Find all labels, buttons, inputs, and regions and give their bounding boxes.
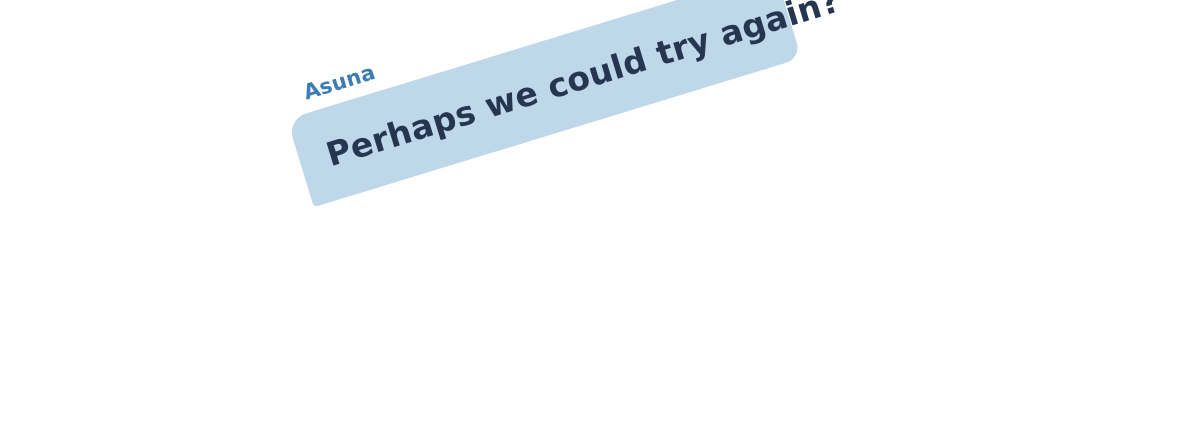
message-bubble: Perhaps we could try again? (286, 0, 845, 208)
message-text: Perhaps we could try again? (321, 0, 845, 174)
chat-stage: Asuna Perhaps we could try again? (0, 0, 1194, 421)
chat-message: Asuna Perhaps we could try again? (266, 0, 845, 234)
